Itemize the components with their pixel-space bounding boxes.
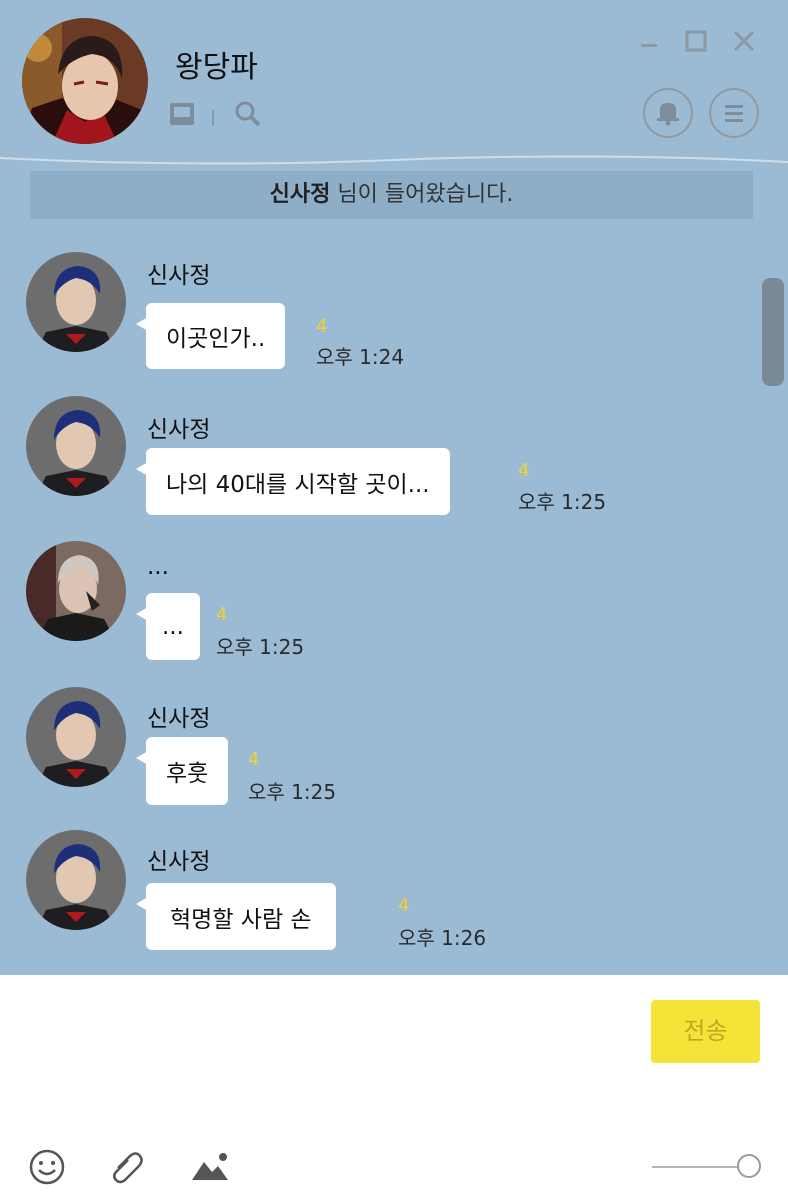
paperclip-icon[interactable]: [108, 1148, 146, 1190]
sender-name: ...: [147, 554, 169, 580]
close-button[interactable]: [729, 26, 759, 56]
bell-icon: [645, 103, 691, 140]
unread-count: 4: [248, 749, 260, 770]
message-bubble[interactable]: 후훗: [135, 737, 229, 805]
message-bubble[interactable]: ...: [136, 593, 200, 660]
unread-count: 4: [398, 895, 410, 916]
maximize-button[interactable]: [681, 26, 711, 56]
unread-count: 4: [316, 316, 328, 337]
opacity-slider-track[interactable]: [652, 1166, 747, 1168]
notice-text: 님이 들어왔습니다.: [330, 182, 514, 207]
menu-icon: [711, 105, 757, 140]
search-icon[interactable]: [234, 100, 262, 132]
message-bubble[interactable]: 나의 40대를 시작할 곳이...: [136, 448, 450, 515]
notice-name: 신사정: [269, 182, 331, 207]
opacity-slider-handle[interactable]: [737, 1154, 761, 1178]
sender-name: 신사정: [147, 263, 211, 289]
message-time: 오후 1:24: [316, 345, 405, 369]
sender-name: 신사정: [147, 706, 211, 732]
sender-name: 신사정: [147, 417, 211, 443]
avatar[interactable]: [26, 687, 126, 787]
inbox-icon[interactable]: [168, 100, 196, 132]
chat-header: 왕당파: [0, 0, 788, 165]
avatar[interactable]: [26, 396, 126, 496]
unread-count: 4: [518, 460, 530, 481]
message-time: 오후 1:26: [398, 926, 487, 950]
emoji-icon[interactable]: [28, 1148, 66, 1190]
message-time: 오후 1:25: [518, 490, 607, 514]
avatar[interactable]: [26, 252, 126, 352]
menu-button[interactable]: [709, 88, 759, 138]
send-button[interactable]: 전송: [651, 1000, 760, 1063]
minimize-button[interactable]: [634, 26, 664, 56]
unread-count: 4: [216, 604, 228, 625]
room-title: 왕당파: [175, 50, 258, 85]
message-time: 오후 1:25: [248, 780, 337, 804]
message-bubble[interactable]: 혁명할 사람 손: [136, 883, 336, 950]
message-time: 오후 1:25: [216, 635, 305, 659]
scrollbar-thumb[interactable]: [762, 278, 784, 386]
join-notice: 신사정 님이 들어왔습니다.: [30, 171, 753, 219]
notification-button[interactable]: [643, 88, 693, 138]
sender-name: 신사정: [147, 849, 211, 875]
room-avatar[interactable]: [22, 18, 148, 144]
avatar[interactable]: [26, 541, 126, 641]
message-bubble[interactable]: 이곳인가..: [135, 303, 286, 369]
divider: [212, 110, 216, 130]
image-icon[interactable]: [190, 1148, 230, 1190]
avatar[interactable]: [26, 830, 126, 930]
